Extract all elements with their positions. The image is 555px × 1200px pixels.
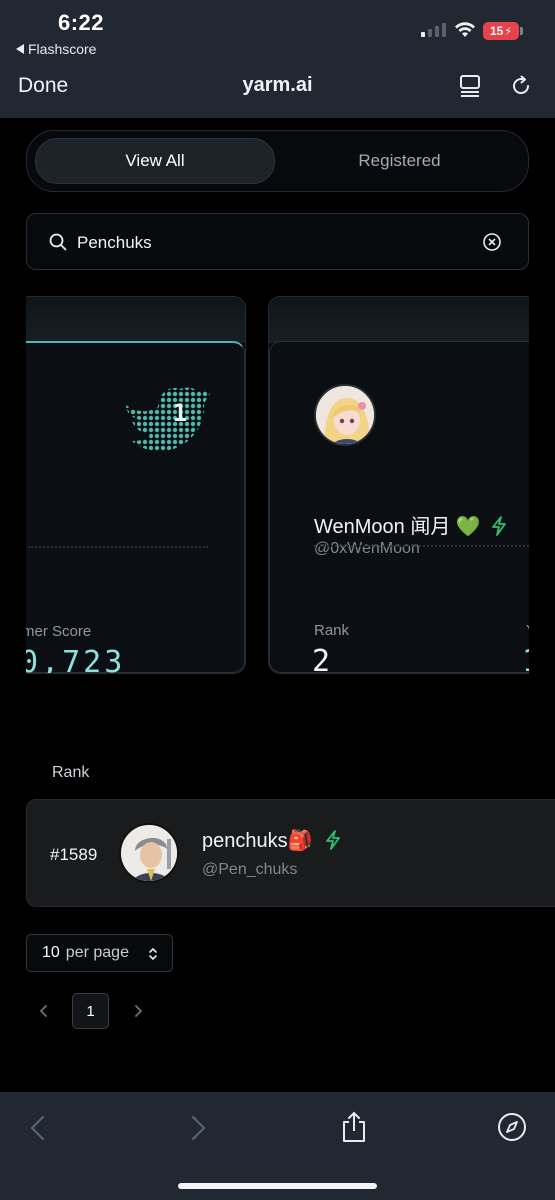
card-body: WenMoon 闻月 💚 @0xWenMoon Rank 2 Y 1 <box>269 341 529 673</box>
card-name: WenMoon 闻月 💚 <box>314 510 508 539</box>
row-name-text: penchuks🎒 <box>202 830 313 852</box>
lightning-icon <box>326 830 340 850</box>
battery-nub <box>520 27 523 35</box>
search-value: Penchuks <box>77 233 152 252</box>
per-page-value: 10 <box>42 944 60 961</box>
score-value: 0,723 <box>26 645 126 674</box>
search-input[interactable]: Penchuks <box>26 213 529 270</box>
rank-column-header: Rank <box>52 764 90 781</box>
avatar <box>119 823 179 883</box>
cellular-signal-icon <box>421 23 446 37</box>
search-icon <box>49 233 67 251</box>
leaderboard-card[interactable]: WenMoon 闻月 💚 @0xWenMoon Rank 2 Y 1 <box>268 296 529 674</box>
battery-level: 15 <box>489 24 504 38</box>
tab-registered[interactable]: Registered <box>277 138 522 184</box>
page-button[interactable]: 1 <box>72 993 109 1029</box>
back-app-label: Flashscore <box>28 41 97 57</box>
leaderboard-carousel[interactable]: 1 mer Score 0,723 WenMoon 闻月 💚 @0xWenMoo… <box>26 296 529 676</box>
forward-icon[interactable] <box>188 1114 208 1142</box>
filter-tabs: View All Registered <box>26 130 529 192</box>
card-header <box>26 297 245 343</box>
wifi-icon <box>455 22 475 37</box>
reload-icon[interactable] <box>509 74 533 98</box>
lightning-icon <box>492 516 507 536</box>
previous-page-icon[interactable] <box>38 1003 50 1019</box>
card-header <box>269 297 529 343</box>
home-indicator <box>178 1183 377 1189</box>
card-body: 1 mer Score 0,723 <box>26 341 245 673</box>
per-page-label: per page <box>65 944 129 961</box>
row-handle: @Pen_chuks <box>202 861 298 878</box>
rank-value: 2 <box>312 644 334 674</box>
browser-top-bar: 6:22 Flashscore 15 ⚡ Done yarm.ai <box>0 0 555 118</box>
clear-icon[interactable] <box>482 232 502 252</box>
battery-indicator: 15 ⚡ <box>483 22 519 40</box>
share-icon[interactable] <box>340 1110 368 1144</box>
svg-text:1: 1 <box>173 399 187 427</box>
back-icon[interactable] <box>28 1114 48 1142</box>
next-stat-value: 1 <box>522 644 529 673</box>
row-rank: #1589 <box>50 845 98 864</box>
back-to-app-link[interactable]: Flashscore <box>16 41 96 57</box>
card-separator <box>28 546 208 548</box>
leaderboard-card[interactable]: 1 mer Score 0,723 <box>26 296 246 674</box>
tab-view-all[interactable]: View All <box>35 138 275 184</box>
card-name-text: WenMoon 闻月 💚 <box>314 516 481 538</box>
next-stat-label: Y <box>526 622 529 639</box>
avatar-image <box>316 386 374 444</box>
avatar-image <box>121 825 177 881</box>
compass-icon[interactable] <box>497 1112 527 1142</box>
rank-label: Rank <box>314 622 350 639</box>
card-separator <box>314 545 529 547</box>
charging-bolt-icon: ⚡ <box>504 25 513 38</box>
table-row[interactable]: #1589 penchuks🎒 @Pen_chuks <box>26 799 555 907</box>
score-label: mer Score <box>26 623 92 640</box>
card-handle: @0xWenMoon <box>314 540 420 557</box>
status-time: 6:22 <box>58 10 105 35</box>
per-page-select[interactable]: 10 per page <box>26 934 173 972</box>
next-page-icon[interactable] <box>132 1003 144 1019</box>
back-triangle-icon <box>16 44 24 54</box>
tabs-icon[interactable] <box>458 74 482 98</box>
chevron-up-down-icon <box>149 947 157 961</box>
avatar <box>314 384 376 446</box>
row-name: penchuks🎒 <box>202 828 342 853</box>
rank-one-badge-icon: 1 <box>126 387 210 451</box>
